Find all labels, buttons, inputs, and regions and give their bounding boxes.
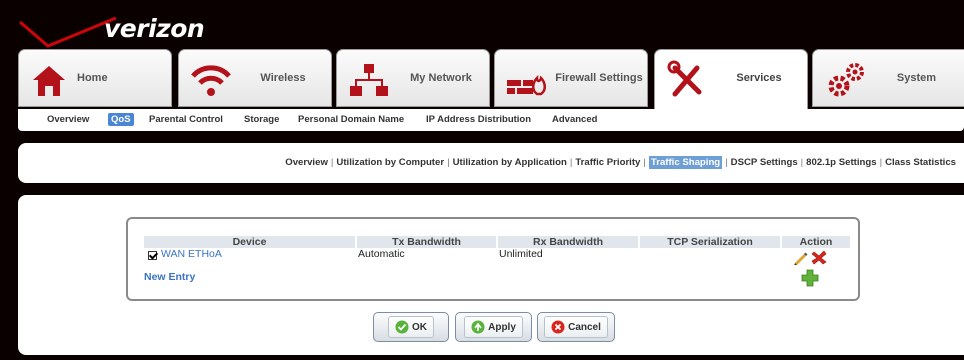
tab-label: Home [77,72,108,84]
col-rx-bandwidth: Rx Bandwidth [497,236,640,248]
tab-services[interactable]: Services [654,49,808,109]
delete-x-icon[interactable] [811,250,827,265]
col-tcp-serialization: TCP Serialization [639,236,782,248]
ok-label: OK [412,321,427,333]
verizon-check-icon [19,16,117,48]
header: verizon [0,0,964,48]
sub-nav: Overview QoS Parental Control Storage Pe… [18,109,964,131]
secondary-nav: Overview | Utilization by Computer | Utiliza… [18,143,964,183]
verizon-logo[interactable]: verizon [104,14,205,43]
main-tabs: Home Wireless My Network Firewall Settin… [18,49,964,109]
col-device: Device [144,236,357,248]
sub-nav-storage[interactable]: Storage [244,114,279,125]
separator: | [569,157,573,168]
col-tx-bandwidth: Tx Bandwidth [356,236,498,248]
sec-nav-utilization-by-computer[interactable]: Utilization by Computer [336,157,444,168]
device-cell: WAN ETHoA [144,248,356,264]
ok-check-icon [395,320,409,334]
content-panel: Device Tx Bandwidth Rx Bandwidth TCP Ser… [18,195,964,355]
tab-label: My Network [410,72,472,84]
rx-cell: Unlimited [499,248,543,260]
firewall-icon [507,74,546,96]
home-icon [33,66,65,96]
separator: | [725,157,728,168]
network-icon [350,64,388,96]
separator: | [447,157,450,168]
cancel-x-icon [551,320,565,334]
tab-label: Services [736,72,782,84]
sec-nav-traffic-priority[interactable]: Traffic Priority [575,157,640,168]
sec-nav-802-1p-settings[interactable]: 802.1p Settings [806,157,876,168]
sec-nav-traffic-shaping[interactable]: Traffic Shaping [648,156,723,169]
table-row: WAN ETHoA Automatic Unlimited [144,248,850,264]
table-header-row: Device Tx Bandwidth Rx Bandwidth TCP Ser… [144,236,850,248]
tab-label: Firewall Settings [555,72,643,84]
tab-label: System [896,72,937,84]
apply-button[interactable]: Apply [455,312,532,342]
tab-label: Wireless [260,72,306,84]
sub-nav-ip-address-distribution[interactable]: IP Address Distribution [426,114,531,125]
col-action: Action [781,236,850,248]
sec-nav-overview[interactable]: Overview [285,157,328,168]
new-entry-link[interactable]: New Entry [144,271,195,283]
sub-nav-personal-domain-name[interactable]: Personal Domain Name [298,114,404,125]
device-link[interactable]: WAN ETHoA [161,248,222,260]
traffic-shaping-box: Device Tx Bandwidth Rx Bandwidth TCP Ser… [126,217,860,301]
secondary-nav-links: Overview | Utilization by Computer | Utiliza… [285,156,956,169]
separator: | [879,157,883,168]
add-plus-icon[interactable] [801,269,819,287]
separator: | [800,157,804,168]
gears-icon [828,63,864,97]
cancel-button[interactable]: Cancel [537,312,615,342]
sec-nav-dscp-settings[interactable]: DSCP Settings [731,157,798,168]
separator: | [643,157,646,168]
tcp-cell [639,248,781,264]
tab-my-network[interactable]: My Network [336,49,490,107]
edit-pencil-icon[interactable] [793,251,809,265]
tab-system[interactable]: System [812,49,964,107]
tab-home[interactable]: Home [18,49,172,107]
traffic-shaping-table: Device Tx Bandwidth Rx Bandwidth TCP Ser… [144,236,850,264]
apply-label: Apply [488,321,516,333]
sec-nav-utilization-by-application[interactable]: Utilization by Application [453,157,567,168]
tab-wireless[interactable]: Wireless [178,49,332,107]
sub-nav-parental-control[interactable]: Parental Control [149,114,223,125]
sub-nav-advanced[interactable]: Advanced [552,114,597,125]
wifi-icon [191,65,231,96]
tab-firewall-settings[interactable]: Firewall Settings [494,49,648,107]
apply-icon [471,320,485,334]
ok-button[interactable]: OK [373,312,449,342]
tx-cell: Automatic [358,248,405,260]
sub-nav-qos[interactable]: QoS [108,113,134,126]
cancel-label: Cancel [568,321,601,333]
sub-nav-overview[interactable]: Overview [47,114,89,125]
separator: | [330,157,334,168]
device-checkbox[interactable] [148,250,157,260]
tools-icon [667,60,702,97]
sec-nav-class-statistics[interactable]: Class Statistics [885,157,956,168]
